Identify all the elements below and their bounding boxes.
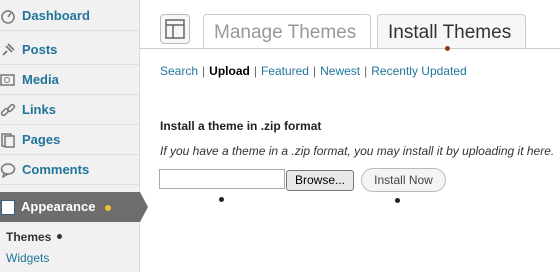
tab-divider bbox=[140, 48, 560, 49]
sidebar-item-label: Posts bbox=[22, 42, 58, 57]
sidebar-item-dashboard[interactable]: Dashboard bbox=[0, 2, 139, 31]
dashboard-icon bbox=[1, 10, 15, 24]
cursor-marker-dot bbox=[57, 234, 62, 239]
sidebar-item-posts[interactable]: Posts bbox=[0, 36, 139, 65]
cursor-marker-dot bbox=[219, 197, 224, 202]
tab-install-themes[interactable]: Install Themes bbox=[377, 14, 526, 48]
sidebar-item-label: Media bbox=[22, 72, 59, 87]
cursor-marker-dot bbox=[395, 198, 400, 203]
subnav-separator: | bbox=[312, 64, 317, 78]
appearance-icon bbox=[1, 200, 15, 215]
pages-icon bbox=[1, 133, 15, 148]
submenu-item-themes[interactable]: Themes bbox=[6, 230, 51, 244]
sidebar-item-media[interactable]: Media bbox=[0, 66, 139, 95]
install-subnav: Search | Upload | Featured | Newest | Recently U… bbox=[160, 64, 467, 78]
sidebar-item-comments[interactable]: Comments bbox=[0, 156, 139, 185]
subnav-search-link[interactable]: Search bbox=[160, 64, 198, 78]
subnav-recently-updated-link[interactable]: Recently Updated bbox=[371, 64, 466, 78]
comment-bubble-icon bbox=[0, 163, 16, 178]
browse-button[interactable]: Browse... bbox=[286, 170, 354, 191]
pushpin-icon bbox=[2, 43, 15, 56]
upload-description: If you have a theme in a .zip format, yo… bbox=[160, 144, 555, 158]
link-icon bbox=[0, 103, 16, 117]
subnav-newest-link[interactable]: Newest bbox=[320, 64, 360, 78]
tab-label: Install Themes bbox=[388, 22, 512, 43]
subnav-featured-link[interactable]: Featured bbox=[261, 64, 309, 78]
admin-sidebar: Dashboard Posts Media Links Pages Commen… bbox=[0, 0, 148, 272]
sidebar-item-label: Links bbox=[22, 102, 56, 117]
media-icon bbox=[0, 74, 15, 86]
sidebar-item-links[interactable]: Links bbox=[0, 96, 139, 125]
sidebar-item-label: Pages bbox=[22, 132, 61, 147]
subnav-separator: | bbox=[253, 64, 257, 78]
sidebar-item-label: Dashboard bbox=[22, 8, 90, 23]
upload-heading: Install a theme in .zip format bbox=[160, 119, 322, 133]
sidebar-item-label: Appearance bbox=[21, 199, 96, 214]
cursor-highlight-dot bbox=[105, 205, 111, 211]
subnav-separator: | bbox=[202, 64, 206, 78]
cursor-marker-dot bbox=[445, 46, 450, 51]
subnav-separator: | bbox=[364, 64, 368, 78]
sidebar-item-appearance[interactable]: Appearance bbox=[0, 192, 150, 222]
file-path-input[interactable] bbox=[159, 169, 285, 189]
tab-manage-themes[interactable]: Manage Themes bbox=[203, 14, 371, 48]
subnav-upload-link[interactable]: Upload bbox=[209, 64, 250, 78]
active-menu-arrow bbox=[140, 192, 148, 222]
submenu-item-widgets[interactable]: Widgets bbox=[6, 251, 49, 265]
sidebar-item-label: Comments bbox=[22, 162, 90, 177]
tab-label: Manage Themes bbox=[214, 22, 357, 43]
sidebar-item-pages[interactable]: Pages bbox=[0, 126, 139, 155]
themes-icon bbox=[160, 14, 190, 44]
install-now-button[interactable]: Install Now bbox=[361, 168, 446, 192]
